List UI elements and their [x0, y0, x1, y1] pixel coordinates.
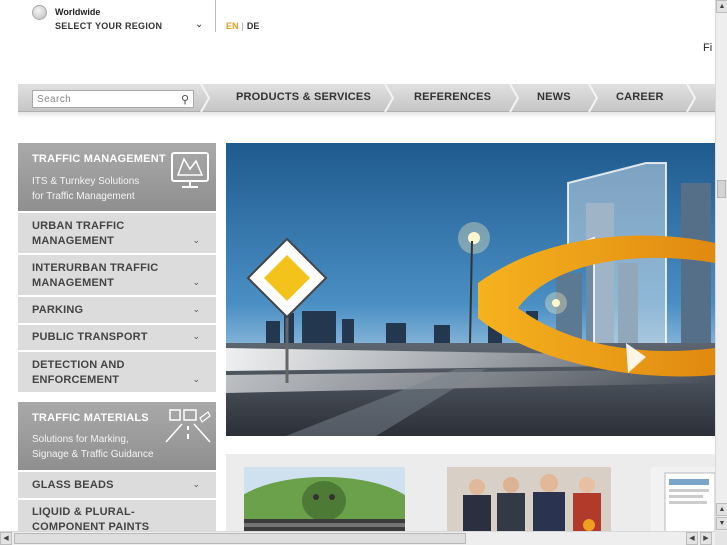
sidebar-item-label: ENFORCEMENT [32, 374, 120, 386]
page: Worldwide SELECT YOUR REGION ⌄ EN | DE Fi … [0, 0, 727, 545]
scroll-thumb[interactable] [14, 533, 466, 544]
news-tile-2[interactable] [447, 467, 611, 533]
scroll-up-arrow-icon[interactable]: ▲ [716, 503, 727, 516]
truncated-text: Fi [703, 42, 713, 54]
chevron-down-icon[interactable]: ⌄ [195, 19, 203, 30]
news-tile-3[interactable] [651, 467, 715, 533]
nav-products-services[interactable]: PRODUCTS & SERVICES [236, 91, 371, 103]
chevron-down-icon[interactable]: ⌄ [192, 331, 200, 342]
language-switcher: EN | DE [226, 21, 259, 31]
sidebar-item-label: MANAGEMENT [32, 277, 115, 289]
sidebar-item-public-transport[interactable]: PUBLIC TRANSPORT ⌄ [18, 324, 216, 350]
scroll-down-arrow-icon[interactable]: ▼ [716, 517, 727, 530]
scroll-up-arrow-icon[interactable]: ▲ [716, 0, 727, 13]
nav-separator [686, 84, 696, 112]
sidebar-item-label: DETECTION AND [32, 359, 125, 371]
scroll-thumb[interactable] [717, 180, 726, 198]
search-icon[interactable]: ⚲ [181, 93, 189, 106]
traffic-management-desc: for Traffic Management [32, 191, 135, 202]
sidebar-item-label: PUBLIC TRANSPORT [32, 331, 148, 343]
nav-career[interactable]: CAREER [616, 91, 664, 103]
chevron-down-icon[interactable]: ⌄ [192, 374, 200, 385]
traffic-materials-desc: Signage & Traffic Guidance [32, 449, 154, 460]
sidebar-item-interurban-traffic[interactable]: INTERURBAN TRAFFIC MANAGEMENT ⌄ [18, 254, 216, 295]
sidebar-item-label: GLASS BEADS [32, 479, 114, 491]
news-image [244, 467, 405, 533]
chevron-down-icon[interactable]: ⌄ [192, 304, 200, 315]
search-input[interactable]: Search [37, 94, 71, 105]
traffic-materials-desc: Solutions for Marking, [32, 434, 129, 445]
chevron-down-icon[interactable]: ⌄ [192, 235, 200, 246]
globe-icon[interactable] [32, 5, 47, 20]
nav-separator [509, 84, 519, 112]
vertical-scrollbar[interactable]: ▲ ▲ ▼ [715, 0, 727, 531]
lang-en-link[interactable]: EN [226, 21, 239, 31]
sidebar-item-urban-traffic[interactable]: URBAN TRAFFIC MANAGEMENT ⌄ [18, 212, 216, 253]
sidebar-item-detection-enforcement[interactable]: DETECTION AND ENFORCEMENT ⌄ [18, 351, 216, 392]
nav-news[interactable]: NEWS [537, 91, 571, 103]
sidebar-item-label: PARKING [32, 304, 84, 316]
nav-shadow [18, 112, 715, 118]
sidebar-item-label: URBAN TRAFFIC [32, 220, 125, 232]
region-title: Worldwide [55, 7, 101, 17]
search-box[interactable]: Search ⚲ [32, 90, 194, 108]
sidebar-item-liquid-paints[interactable]: LIQUID & PLURAL- COMPONENT PAINTS [18, 499, 216, 533]
hero-banner[interactable] [226, 143, 715, 436]
sidebar-item-label: LIQUID & PLURAL- [32, 506, 135, 518]
traffic-management-title: TRAFFIC MANAGEMENT [32, 153, 166, 165]
scroll-corner [715, 531, 727, 545]
road-marking-icon [165, 409, 211, 443]
lang-separator: | [241, 21, 244, 31]
traffic-materials-title: TRAFFIC MATERIALS [32, 412, 149, 424]
chevron-down-icon[interactable]: ⌄ [192, 479, 200, 490]
nav-separator [384, 84, 394, 112]
region-select[interactable]: SELECT YOUR REGION [55, 21, 162, 31]
hero-image [226, 143, 715, 436]
news-image [447, 467, 611, 533]
nav-separator [588, 84, 598, 112]
lang-de-link[interactable]: DE [247, 21, 260, 31]
monitor-map-icon [171, 152, 209, 188]
traffic-materials-header[interactable]: TRAFFIC MATERIALS Solutions for Marking,… [18, 402, 216, 470]
horizontal-scrollbar[interactable]: ◀ ◀ ▶ [0, 531, 715, 545]
divider [215, 0, 216, 32]
chevron-down-icon[interactable]: ⌄ [192, 277, 200, 288]
sidebar-item-parking[interactable]: PARKING ⌄ [18, 296, 216, 323]
sidebar-item-glass-beads[interactable]: GLASS BEADS ⌄ [18, 471, 216, 498]
traffic-management-header[interactable]: TRAFFIC MANAGEMENT ITS & Turnkey Solutio… [18, 143, 216, 211]
sidebar-item-label: MANAGEMENT [32, 235, 115, 247]
news-image [651, 467, 715, 533]
scroll-right-arrow-icon[interactable]: ▶ [700, 532, 712, 545]
traffic-management-desc: ITS & Turnkey Solutions [32, 176, 140, 187]
nav-separator [200, 84, 210, 112]
scroll-left-arrow-icon[interactable]: ◀ [0, 532, 12, 545]
scroll-left-arrow-icon[interactable]: ◀ [686, 532, 698, 545]
sidebar-item-label: INTERURBAN TRAFFIC [32, 262, 159, 274]
news-tile-1[interactable] [244, 467, 405, 533]
nav-references[interactable]: REFERENCES [414, 91, 491, 103]
